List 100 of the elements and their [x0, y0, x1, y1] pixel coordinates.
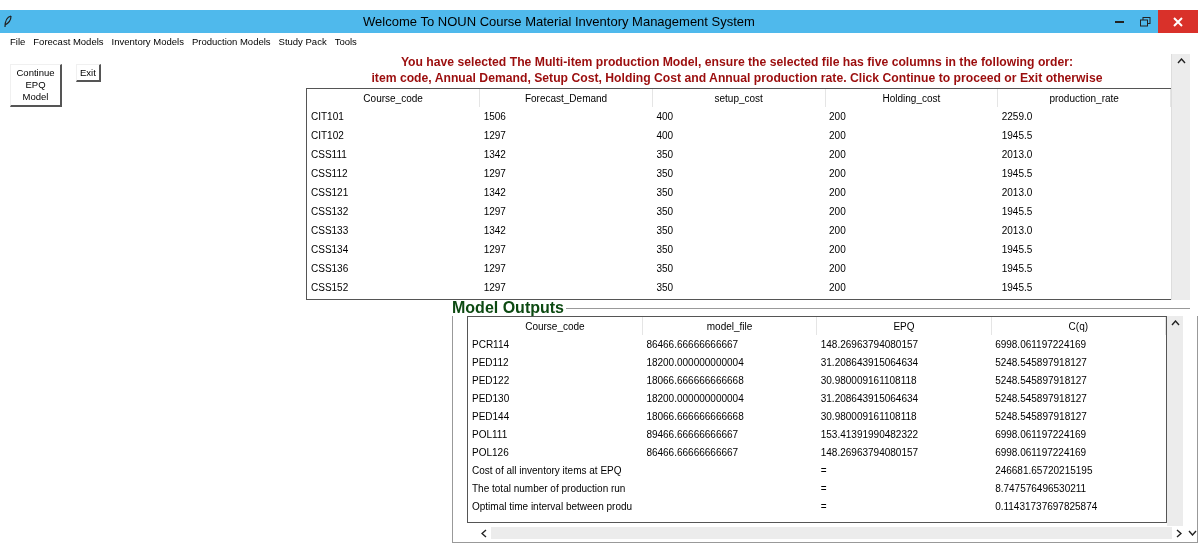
- window-title: Welcome To NOUN Course Material Inventory Management System: [362, 14, 756, 29]
- table-cell: 200: [829, 282, 846, 293]
- table-cell: 1297: [483, 244, 506, 255]
- scroll-right-icon[interactable]: [1176, 528, 1182, 538]
- table-cell: 89466.66666666667: [646, 428, 739, 440]
- column-header[interactable]: production_rate: [997, 89, 1171, 107]
- table-cell: 246681.65720215195: [995, 464, 1093, 476]
- table-cell: 1945.5: [1001, 206, 1033, 217]
- table-cell: 5248.545897918127: [995, 392, 1087, 404]
- table-cell: 18066.666666666668: [646, 410, 744, 422]
- column-header[interactable]: model_file: [642, 317, 817, 335]
- column-header[interactable]: setup_cost: [652, 89, 826, 107]
- column-header[interactable]: Forecast_Demand: [479, 89, 653, 107]
- menu-item[interactable]: Tools: [334, 36, 357, 47]
- table-cell: 200: [829, 149, 846, 160]
- table-cell: 200: [829, 187, 846, 198]
- table-cell: 18066.666666666668: [646, 374, 744, 386]
- table-cell: 6998.061197224169: [995, 428, 1087, 440]
- table-cell: 200: [829, 244, 846, 255]
- column-header[interactable]: C(q): [991, 317, 1166, 335]
- table-cell: CSS134: [311, 244, 349, 255]
- table-cell: 1945.5: [1001, 168, 1033, 179]
- table-cell: CSS112: [311, 168, 348, 179]
- table-cell: 1297: [483, 282, 506, 293]
- vertical-scrollbar[interactable]: [1167, 316, 1183, 526]
- table-cell: Cost of all inventory items at EPQ: [472, 464, 622, 476]
- table-cell: 2013.0: [1001, 225, 1033, 236]
- table-cell: CSS133: [311, 225, 349, 236]
- table-cell: Optimal time interval between produ: [472, 500, 633, 512]
- table-cell: 350: [656, 149, 674, 160]
- table-cell: CSS136: [311, 263, 349, 274]
- table-cell: 2013.0: [1001, 187, 1033, 198]
- scroll-up-icon[interactable]: [1176, 58, 1186, 64]
- minimize-icon[interactable]: [1114, 20, 1124, 23]
- table-cell: CSS121: [311, 187, 349, 198]
- scroll-left-icon[interactable]: [481, 528, 487, 538]
- table-cell: 1945.5: [1001, 263, 1033, 274]
- horizontal-scrollbar[interactable]: [481, 526, 1197, 540]
- menu-item[interactable]: Inventory Models: [111, 36, 184, 47]
- table-cell: 2013.0: [1001, 149, 1033, 160]
- table-cell: 1945.5: [1001, 244, 1033, 255]
- table-cell: 1506: [483, 111, 506, 122]
- menu-item[interactable]: Study Pack: [278, 36, 327, 47]
- menu-item[interactable]: File: [10, 36, 26, 47]
- table-cell: 200: [829, 111, 846, 122]
- column-header[interactable]: Holding_cost: [825, 89, 998, 107]
- table-cell: 350: [656, 187, 674, 198]
- scroll-up-icon[interactable]: [1170, 320, 1180, 326]
- table-cell: 86466.66666666667: [646, 446, 739, 458]
- table-cell: 200: [829, 206, 846, 217]
- table-cell: 31.208643915064634: [820, 356, 919, 368]
- table-cell: 18200.000000000004: [646, 356, 744, 368]
- scroll-down-icon[interactable]: [1188, 530, 1197, 536]
- table-cell: CSS132: [311, 206, 349, 217]
- table-cell: 1945.5: [1001, 130, 1033, 141]
- table-cell: 350: [656, 263, 674, 274]
- table-cell: 350: [656, 282, 674, 293]
- table-cell: 6998.061197224169: [995, 338, 1087, 350]
- table-cell: 200: [829, 263, 846, 274]
- continue-button[interactable]: Continue EPQ Model: [10, 64, 62, 107]
- table-cell: 1297: [483, 206, 506, 217]
- table-cell: 200: [829, 130, 846, 141]
- vertical-scrollbar[interactable]: [1171, 54, 1190, 300]
- column-header[interactable]: EPQ: [816, 317, 992, 335]
- restore-icon[interactable]: [1139, 16, 1151, 27]
- table-cell: 8.747576496530211: [995, 482, 1087, 494]
- table-cell: 31.208643915064634: [820, 392, 919, 404]
- table-cell: 400: [656, 111, 674, 122]
- group-title: Model Outputs: [452, 299, 564, 317]
- table-cell: 86466.66666666667: [646, 338, 739, 350]
- table-cell: The total number of production run: [472, 482, 626, 494]
- table-cell: 1297: [483, 263, 506, 274]
- table-cell: 153.41391990482322: [820, 428, 919, 440]
- table-cell: 5248.545897918127: [995, 410, 1087, 422]
- exit-button[interactable]: Exit: [76, 64, 101, 82]
- table-cell: POL111: [472, 428, 508, 440]
- table-cell: 200: [829, 225, 846, 236]
- table-cell: 400: [656, 130, 674, 141]
- table-cell: 5248.545897918127: [995, 356, 1087, 368]
- menu-item[interactable]: Production Models: [191, 36, 271, 47]
- table-cell: 1945.5: [1001, 282, 1033, 293]
- table-cell: PED112: [472, 356, 509, 368]
- table-cell: 5248.545897918127: [995, 374, 1087, 386]
- table-cell: 1297: [483, 130, 506, 141]
- table-cell: CIT101: [311, 111, 344, 122]
- table-cell: =: [820, 482, 827, 494]
- close-icon[interactable]: [1173, 16, 1183, 27]
- table-cell: 0.11431737697825874: [995, 500, 1098, 512]
- menu-item[interactable]: Forecast Models: [33, 36, 104, 47]
- table-cell: 1342: [483, 187, 506, 198]
- table-cell: 30.980009161108118: [820, 374, 917, 386]
- table-cell: 2259.0: [1001, 111, 1033, 122]
- instruction-text: item code, Annual Demand, Setup Cost, Holding Cost and Annual production rate. Click Continue to proceed or Exit otherwise: [371, 71, 1103, 85]
- table-cell: PCR114: [472, 338, 510, 350]
- table-cell: POL126: [472, 446, 509, 458]
- table-cell: PED144: [472, 410, 510, 422]
- table-cell: 1297: [483, 168, 506, 179]
- table-cell: =: [820, 464, 827, 476]
- table-cell: 30.980009161108118: [820, 410, 917, 422]
- table-cell: 148.26963794080157: [820, 446, 919, 458]
